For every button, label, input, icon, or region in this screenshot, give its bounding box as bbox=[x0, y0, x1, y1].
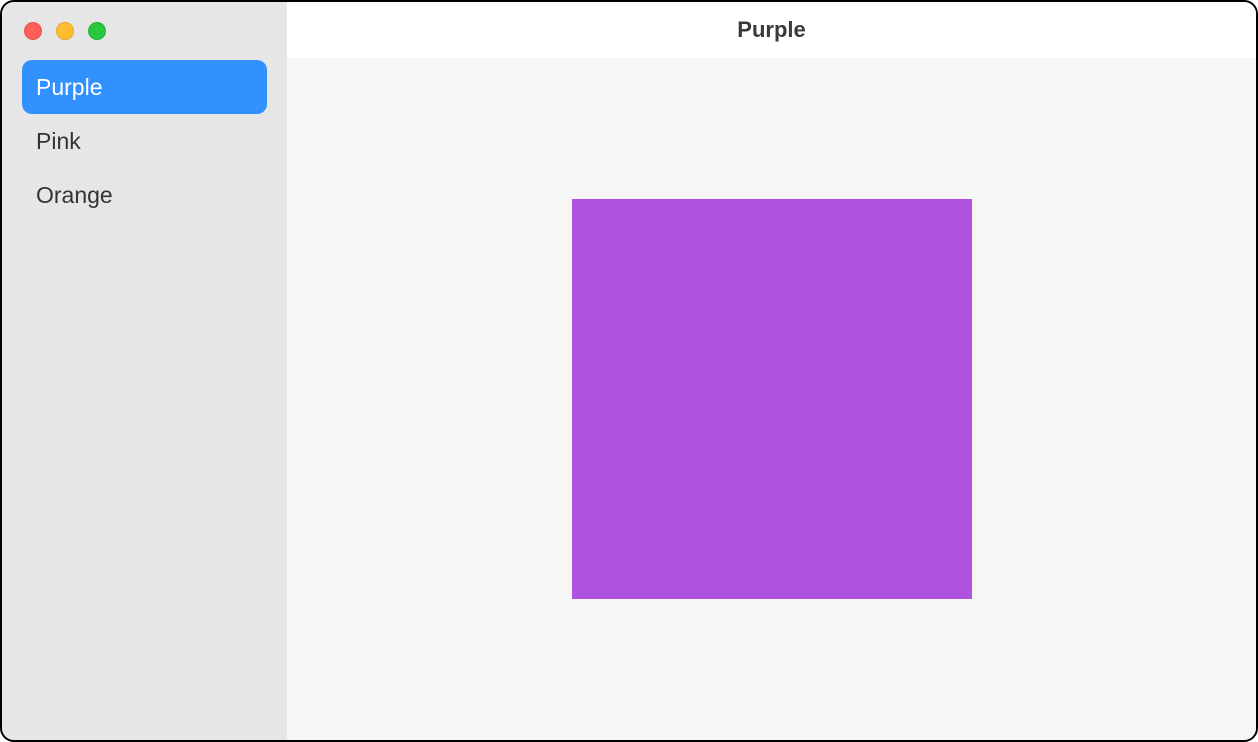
window-maximize-button[interactable] bbox=[88, 22, 106, 40]
traffic-lights bbox=[2, 2, 287, 54]
sidebar-item-orange[interactable]: Orange bbox=[22, 168, 267, 222]
sidebar: Purple Pink Orange bbox=[2, 2, 287, 740]
sidebar-item-purple[interactable]: Purple bbox=[22, 60, 267, 114]
sidebar-list: Purple Pink Orange bbox=[2, 54, 287, 222]
window-minimize-button[interactable] bbox=[56, 22, 74, 40]
app-window: Purple Pink Orange Purple bbox=[0, 0, 1258, 742]
sidebar-item-label: Orange bbox=[36, 182, 113, 209]
page-title: Purple bbox=[737, 17, 805, 43]
sidebar-item-label: Pink bbox=[36, 128, 81, 155]
sidebar-item-label: Purple bbox=[36, 74, 102, 101]
titlebar: Purple bbox=[287, 2, 1256, 58]
window-close-button[interactable] bbox=[24, 22, 42, 40]
sidebar-item-pink[interactable]: Pink bbox=[22, 114, 267, 168]
content-area bbox=[287, 58, 1256, 740]
color-swatch bbox=[572, 199, 972, 599]
main-area: Purple bbox=[287, 2, 1256, 740]
